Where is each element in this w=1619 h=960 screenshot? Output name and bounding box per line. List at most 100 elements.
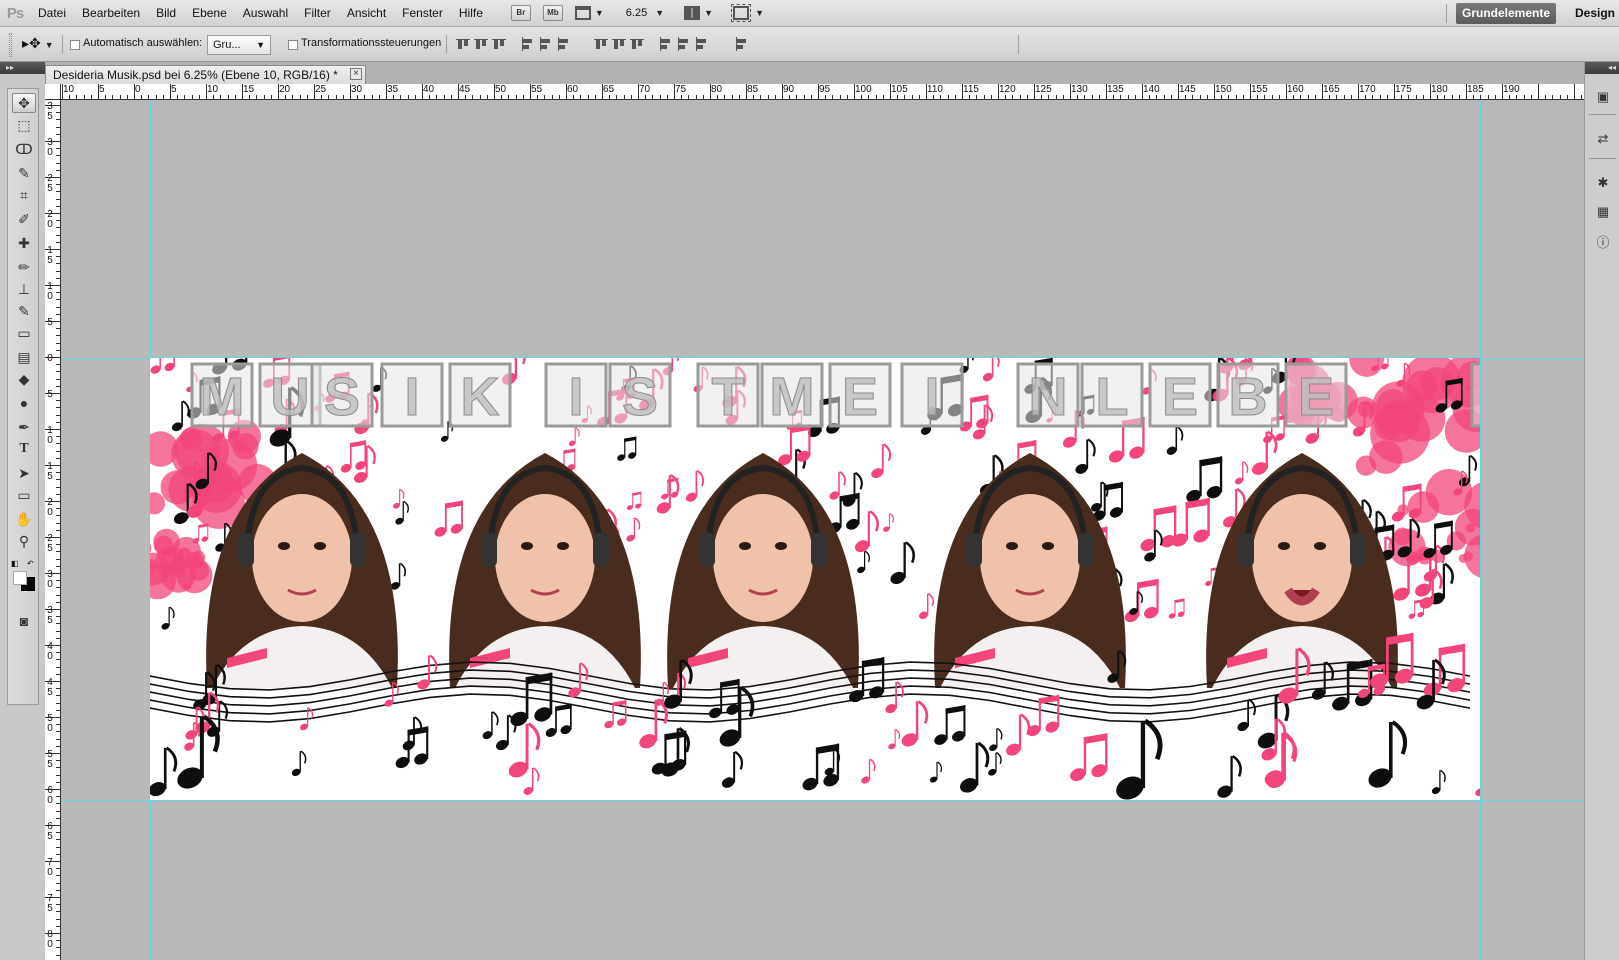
options-bar-grip[interactable] (9, 33, 12, 57)
menu-filter[interactable]: Filter (296, 0, 339, 27)
tools-panel-header[interactable]: ▸▸ (0, 62, 45, 74)
menu-hilfe[interactable]: Hilfe (451, 0, 491, 27)
banner-letter-box: I (380, 362, 444, 428)
history-icon[interactable]: ⇄ (1594, 130, 1612, 148)
banner-letter-box: M (760, 362, 824, 428)
ruler-tick (1523, 95, 1525, 99)
pen-tool[interactable]: ✒ (12, 417, 36, 437)
menu-datei[interactable]: Datei (30, 0, 74, 27)
ruler-label: 50 (495, 84, 507, 95)
distribute-right-icon[interactable] (694, 37, 708, 51)
navigator-icon[interactable]: ✱ (1594, 174, 1612, 192)
guide-line[interactable] (62, 800, 1584, 801)
ruler-tick (486, 95, 488, 99)
photoshop-logo: Ps (6, 4, 24, 22)
divider (446, 35, 447, 54)
ruler-tick (1120, 95, 1122, 99)
screen-mode-button[interactable]: ▼ (731, 4, 764, 22)
distribute-bottom-icon[interactable] (630, 37, 644, 51)
healing-brush-tool[interactable]: ✚ (12, 233, 36, 253)
document-tab[interactable]: Desideria Musik.psd bei 6.25% (Ebene 10,… (45, 65, 366, 84)
align-vcenter-icon[interactable] (474, 37, 488, 51)
ruler-tick (56, 234, 60, 236)
ruler-label: 50 (47, 713, 53, 734)
shape-tool[interactable]: ▭ (12, 485, 36, 505)
swap-colors-icon[interactable]: ↶ (27, 559, 34, 568)
move-tool[interactable]: ✥ (12, 93, 36, 113)
default-colors-icon[interactable]: ◧ (11, 559, 19, 568)
ruler-tick (1401, 95, 1403, 99)
eyedropper-tool[interactable]: ✐ (12, 209, 36, 229)
brush-tool[interactable]: ✏ (12, 257, 36, 277)
ruler-tick (112, 95, 114, 99)
marquee-tool[interactable]: ⬚ (12, 115, 36, 135)
ruler-label: 85 (747, 84, 759, 95)
ruler-tick (56, 148, 60, 150)
menu-fenster[interactable]: Fenster (394, 0, 451, 27)
transform-controls-checkbox[interactable] (288, 40, 298, 50)
bridge-button[interactable]: Br (510, 5, 531, 21)
ruler-tick (56, 342, 60, 344)
quick-selection-tool[interactable]: ✎ (12, 163, 36, 183)
menu-ansicht[interactable]: Ansicht (339, 0, 394, 27)
menu-bearbeiten[interactable]: Bearbeiten (74, 0, 148, 27)
dock-collapse-button[interactable]: ◂◂ (1585, 62, 1619, 74)
auto-align-icon[interactable] (734, 37, 748, 51)
ruler-tick (1271, 95, 1273, 99)
color-swatches[interactable]: ◧ ↶ (11, 559, 37, 595)
clone-stamp-tool[interactable]: ⊥ (12, 279, 36, 299)
type-tool[interactable]: T (12, 439, 36, 459)
view-extras-button[interactable]: ▼ (574, 6, 604, 20)
auto-select-dropdown[interactable]: Gru... ▼ (207, 35, 271, 55)
horizontal-ruler[interactable]: 10 5 0 5 10 15 20 25 30 35 40 45 50 55 60 65 70 75 80 85 90 9… (45, 84, 1584, 100)
history-brush-tool[interactable]: ✎ (12, 301, 36, 321)
workspace-design-button[interactable]: Design (1575, 0, 1615, 27)
lasso-tool[interactable]: ↀ (12, 139, 36, 159)
distribute-vcenter-icon[interactable] (612, 37, 626, 51)
ruler-label: 120 (999, 84, 1016, 95)
align-top-icon[interactable] (456, 37, 470, 51)
ruler-tick (861, 95, 863, 99)
arrange-documents-button[interactable]: ▼ (684, 6, 713, 20)
ruler-tick (1048, 95, 1050, 99)
ruler-origin[interactable] (45, 84, 61, 100)
ruler-tick (56, 155, 60, 157)
tool-preset-picker[interactable]: ▸✥ ▼ (22, 35, 54, 52)
align-bottom-icon[interactable] (492, 37, 506, 51)
ruler-label: 115 (963, 84, 979, 95)
histogram-icon[interactable]: ▦ (1594, 203, 1612, 221)
foreground-color-swatch[interactable] (13, 571, 27, 585)
guide-line[interactable] (1480, 101, 1481, 960)
vertical-ruler[interactable]: 3530252015105051015202530354045505560657… (45, 100, 61, 960)
ruler-tick (56, 457, 60, 459)
close-document-icon[interactable]: × (350, 68, 362, 80)
menu-bild[interactable]: Bild (148, 0, 184, 27)
path-selection-tool[interactable]: ➤ (12, 463, 36, 483)
zoom-level-dropdown[interactable]: 6.25 ▼ (626, 7, 664, 19)
workspace-grundelemente-button[interactable]: Grundelemente (1456, 3, 1556, 24)
zoom-tool[interactable]: ⚲ (12, 531, 36, 551)
distribute-hcenter-icon[interactable] (676, 37, 690, 51)
align-hcenter-icon[interactable] (538, 37, 552, 51)
auto-select-checkbox[interactable] (70, 40, 80, 50)
distribute-left-icon[interactable] (658, 37, 672, 51)
distribute-top-icon[interactable] (594, 37, 608, 51)
dodge-tool[interactable]: ● (12, 393, 36, 413)
banner-letter-box: B (1216, 362, 1280, 428)
document-canvas[interactable]: MUSIKISTMEINLEBEN (62, 101, 1584, 960)
crop-tool[interactable]: ⌗ (12, 185, 36, 205)
info-icon[interactable]: ⓘ (1594, 232, 1612, 250)
gradient-tool[interactable]: ▤ (12, 347, 36, 367)
align-right-icon[interactable] (556, 37, 570, 51)
mini-bridge-icon[interactable]: ▣ (1594, 88, 1612, 106)
quick-mask-icon[interactable]: ◙ (12, 611, 36, 631)
ruler-tick (56, 817, 60, 819)
mini-bridge-button[interactable]: Mb (542, 5, 563, 21)
eraser-tool[interactable]: ▭ (12, 323, 36, 343)
hand-tool[interactable]: ✋ (12, 509, 36, 529)
align-left-icon[interactable] (520, 37, 534, 51)
menu-auswahl[interactable]: Auswahl (235, 0, 296, 27)
ruler-label: 95 (819, 84, 831, 95)
blur-tool[interactable]: ◆ (12, 369, 36, 389)
menu-ebene[interactable]: Ebene (184, 0, 235, 27)
